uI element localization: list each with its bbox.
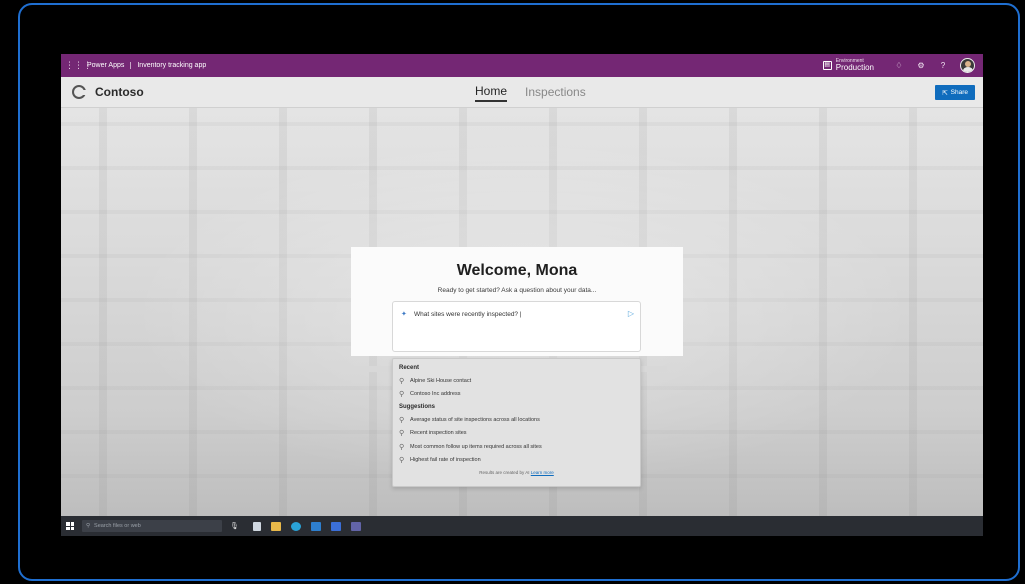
help-icon[interactable]: ? <box>932 61 954 70</box>
welcome-subtitle: Ready to get started? Ask a question abo… <box>437 287 597 294</box>
brand-label[interactable]: Power Apps <box>87 62 132 69</box>
search-icon: ⚲ <box>399 430 405 438</box>
search-icon: ⚲ <box>399 377 405 385</box>
header-actions: ▤ Environment Production ♢ ⚙ ? <box>822 54 983 77</box>
environment-icon: ▤ <box>822 61 832 70</box>
microphone-icon[interactable]: 🎙 <box>230 522 239 530</box>
ai-footnote: Results are created by AI Learn more <box>399 470 634 475</box>
taskbar-apps <box>252 521 361 531</box>
environment-label: Environment <box>835 58 864 64</box>
learn-more-link[interactable]: Learn more <box>531 470 554 475</box>
suggestions-heading: Suggestions <box>399 404 436 410</box>
avatar[interactable] <box>960 58 975 73</box>
recent-item[interactable]: ⚲ Contoso Inc address <box>399 388 634 402</box>
store-icon[interactable] <box>310 521 321 531</box>
recent-item-label: Alpine Ski House contact <box>410 377 472 384</box>
ai-footnote-text: Results are created by AI <box>479 470 530 475</box>
power-apps-header: ⋮⋮⋮ Power Apps Inventory tracking app ▤ … <box>61 54 983 77</box>
search-icon: ⚲ <box>86 523 91 529</box>
company-name: Contoso <box>95 85 144 99</box>
nav-tabs: Home Inspections <box>475 77 586 108</box>
app-name: Inventory tracking app <box>137 62 207 69</box>
task-view-icon[interactable] <box>252 521 261 531</box>
edge-icon[interactable] <box>290 521 301 531</box>
ask-input[interactable]: ✦ What sites were recently inspected? | … <box>392 301 641 352</box>
app-navbar: Contoso Home Inspections ⇱ Share <box>61 77 983 108</box>
windows-taskbar: ⚲ Search files or web 🎙 <box>61 516 983 536</box>
taskbar-search[interactable]: ⚲ Search files or web <box>82 520 222 532</box>
send-icon[interactable]: ▷ <box>628 309 634 318</box>
query-text[interactable]: What sites were recently inspected? | <box>414 311 522 318</box>
suggestion-item-label: Most common follow up items required acr… <box>410 443 542 450</box>
search-icon: ⚲ <box>399 416 405 424</box>
tab-inspections[interactable]: Inspections <box>525 85 586 101</box>
suggestions-dropdown: Recent ⚲ Alpine Ski House contact ⚲ Cont… <box>392 358 641 487</box>
recent-item-label: Contoso Inc address <box>410 391 461 398</box>
recent-item[interactable]: ⚲ Alpine Ski House contact <box>399 374 634 388</box>
file-explorer-icon[interactable] <box>270 521 281 531</box>
outlook-icon[interactable] <box>330 521 341 531</box>
copilot-sparkle-icon: ✦ <box>401 311 407 318</box>
search-icon: ⚲ <box>399 457 405 465</box>
environment-value: Production <box>835 63 874 72</box>
settings-icon[interactable]: ⚙ <box>910 61 932 70</box>
suggestion-item[interactable]: ⚲ Average status of site inspections acr… <box>399 413 634 427</box>
share-label: Share <box>950 89 968 96</box>
suggestion-item-label: Average status of site inspections acros… <box>410 416 540 423</box>
notifications-icon[interactable]: ♢ <box>888 61 910 70</box>
suggestion-item[interactable]: ⚲ Most common follow up items required a… <box>399 440 634 454</box>
suggestion-item[interactable]: ⚲ Highest fail rate of inspection <box>399 454 634 468</box>
teams-icon[interactable] <box>350 521 361 531</box>
share-icon: ⇱ <box>942 89 948 97</box>
tab-home[interactable]: Home <box>475 84 508 102</box>
share-button[interactable]: ⇱ Share <box>935 85 975 100</box>
taskbar-search-placeholder: Search files or web <box>94 523 141 529</box>
windows-start-icon[interactable] <box>66 522 74 530</box>
suggestion-item-label: Recent inspection sites <box>410 430 467 437</box>
recent-heading: Recent <box>399 365 420 371</box>
search-icon: ⚲ <box>399 391 405 399</box>
search-icon: ⚲ <box>399 443 405 451</box>
waffle-icon[interactable]: ⋮⋮⋮ <box>65 60 92 71</box>
environment-picker[interactable]: ▤ Environment Production <box>822 58 874 72</box>
suggestion-item-label: Highest fail rate of inspection <box>410 457 481 464</box>
welcome-card: Welcome, Mona Ready to get started? Ask … <box>351 247 683 356</box>
suggestion-item[interactable]: ⚲ Recent inspection sites <box>399 427 634 441</box>
app-screen: ⋮⋮⋮ Power Apps Inventory tracking app ▤ … <box>61 54 983 536</box>
welcome-title: Welcome, Mona <box>456 262 578 279</box>
contoso-logo-icon <box>72 85 86 99</box>
